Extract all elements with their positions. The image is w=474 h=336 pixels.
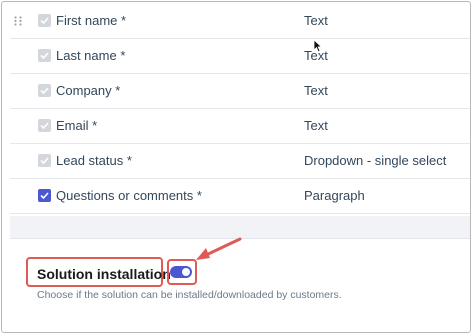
field-name: Last name *	[56, 48, 126, 63]
field-type: Text	[304, 118, 328, 133]
mouse-pointer-icon	[313, 39, 323, 58]
field-row-first-name: First name * Text	[10, 4, 470, 39]
solution-installation-label: Solution installation	[37, 266, 171, 282]
field-row-last-name: Last name * Text	[10, 39, 470, 74]
field-name: Email *	[56, 118, 98, 133]
checkmark-icon	[40, 157, 49, 164]
field-checkbox	[38, 14, 51, 27]
field-checkbox	[38, 119, 51, 132]
checkmark-icon	[40, 17, 49, 24]
field-name: Company *	[56, 83, 121, 98]
field-row-company: Company * Text	[10, 74, 470, 109]
checkmark-icon	[40, 87, 49, 94]
field-checkbox	[38, 154, 51, 167]
checkmark-icon	[40, 192, 49, 199]
field-row-lead-status: Lead status * Dropdown - single select	[10, 144, 470, 179]
checkmark-icon	[40, 52, 49, 59]
field-name: Questions or comments *	[56, 188, 202, 203]
field-checkbox[interactable]	[38, 189, 51, 202]
annotation-arrow-icon	[192, 236, 244, 269]
field-type: Dropdown - single select	[304, 153, 447, 168]
solution-installation-toggle[interactable]	[170, 266, 192, 278]
field-name: First name *	[56, 13, 127, 28]
field-type: Paragraph	[304, 188, 365, 203]
solution-installation-description: Choose if the solution can be installed/…	[37, 289, 342, 301]
field-name: Lead status *	[56, 153, 132, 168]
checkmark-icon	[40, 122, 49, 129]
field-type: Text	[304, 83, 328, 98]
field-checkbox	[38, 84, 51, 97]
field-type: Text	[304, 13, 328, 28]
toggle-knob	[182, 268, 190, 276]
field-checkbox	[38, 49, 51, 62]
field-row-questions: Questions or comments * Paragraph	[10, 179, 470, 214]
field-row-email: Email * Text	[10, 109, 470, 144]
form-fields-panel: First name * Text Last name * Text Compa…	[1, 1, 471, 333]
